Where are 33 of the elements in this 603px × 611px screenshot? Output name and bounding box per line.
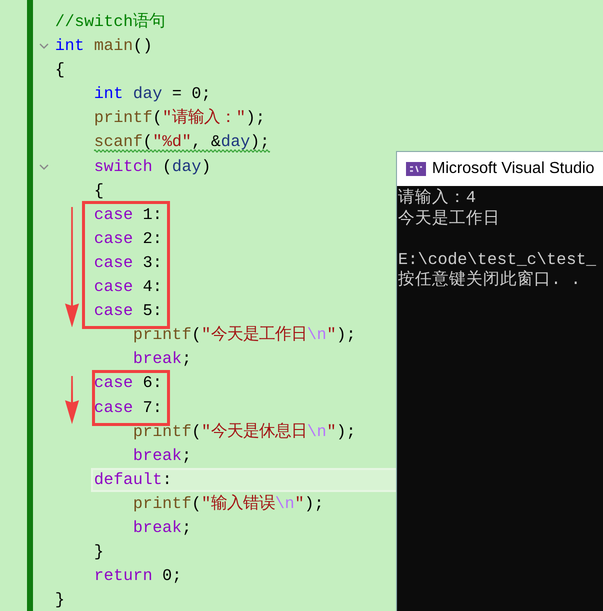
chevron-icon[interactable] xyxy=(39,43,49,50)
code-line: return 0; xyxy=(94,565,182,588)
code-line: printf("请输入："); xyxy=(94,107,266,130)
code-line: printf("今天是工作日\n"); xyxy=(133,324,356,346)
console-output-line: E:\code\test_c\test_ xyxy=(398,250,598,270)
code-line: printf("今天是休息日\n"); xyxy=(133,420,356,443)
code-line: case 5: xyxy=(94,300,162,322)
code-line: scanf("%d", &day); xyxy=(94,131,270,154)
code-line: case 1: xyxy=(94,204,162,226)
code-line: { xyxy=(55,59,65,82)
code-line: int day = 0; xyxy=(94,83,212,106)
code-line: case 7: xyxy=(94,396,162,418)
code-line: break; xyxy=(133,348,192,370)
console-output-line: 请输入：4 xyxy=(398,188,477,208)
code-line: } xyxy=(55,589,65,611)
code-line: break; xyxy=(133,516,192,539)
down-arrow xyxy=(64,376,80,424)
code-line: } xyxy=(94,541,104,564)
console-app-icon xyxy=(406,162,426,176)
code-line: int main() xyxy=(55,35,153,58)
code-line: { xyxy=(94,180,104,202)
code-line: switch (day) xyxy=(94,156,212,178)
code-line: case 6: xyxy=(94,372,162,394)
code-line: //switch语句 xyxy=(55,11,166,33)
chevron-icon[interactable] xyxy=(39,164,49,170)
console-output-line: 今天是工作日 xyxy=(398,208,501,229)
code-line: case 2: xyxy=(94,228,162,250)
window-title: Microsoft Visual Studio xyxy=(432,160,594,178)
console-output-line: 按任意键关闭此窗口. . xyxy=(398,270,582,290)
code-line: case 4: xyxy=(94,276,162,298)
code-line: printf("输入错误\n"); xyxy=(133,492,324,515)
code-line: break; xyxy=(133,444,192,467)
code-line: case 3: xyxy=(94,252,162,274)
